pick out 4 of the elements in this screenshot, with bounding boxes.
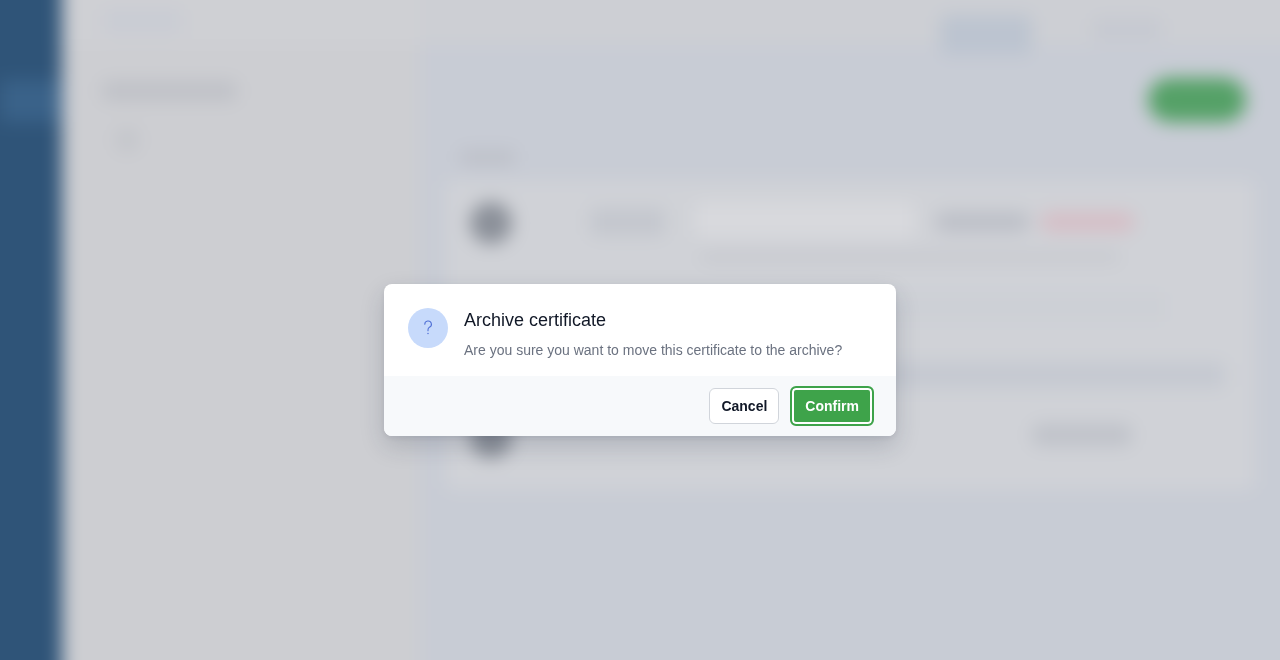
- cancel-button[interactable]: Cancel: [709, 388, 780, 424]
- dialog-message: Are you sure you want to move this certificate to the archive?: [464, 341, 843, 360]
- question-mark-icon: [408, 308, 448, 348]
- dialog-title: Archive certificate: [464, 309, 607, 332]
